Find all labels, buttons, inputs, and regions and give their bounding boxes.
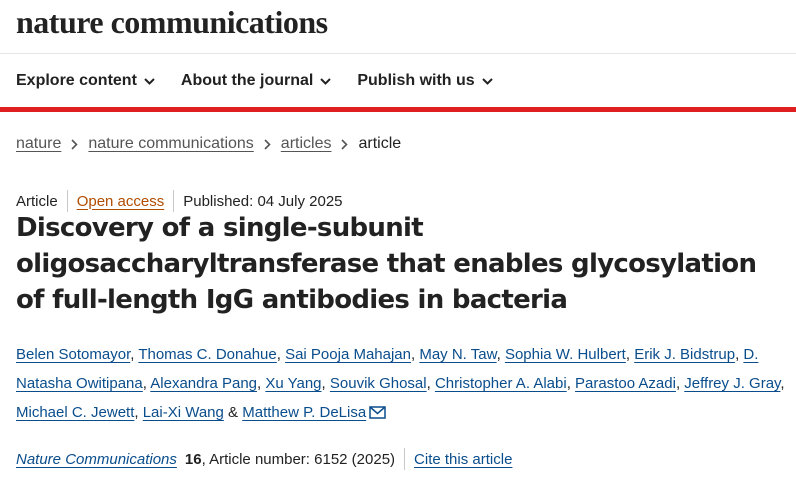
- nav-label: Publish with us: [357, 72, 475, 89]
- chevron-down-icon: [144, 77, 155, 85]
- chevron-right-icon: [264, 138, 271, 150]
- author-link[interactable]: Souvik Ghosal: [330, 375, 427, 392]
- cite-this-article-link[interactable]: Cite this article: [414, 451, 512, 468]
- breadcrumb-current: article: [358, 135, 402, 152]
- journal-link[interactable]: Nature Communications: [16, 451, 177, 468]
- author-link[interactable]: Michael C. Jewett: [16, 404, 134, 421]
- chevron-right-icon: [341, 138, 349, 150]
- article-type: Article: [16, 192, 58, 210]
- nav-accent-bar: [0, 107, 796, 112]
- citation-line: Nature Communications 16 , Article numbe…: [16, 448, 512, 470]
- mail-icon[interactable]: [369, 400, 386, 429]
- nav-about-the-journal[interactable]: About the journal: [180, 72, 332, 90]
- chevron-right-icon: [71, 138, 79, 150]
- published-date: Published: 04 July 2025: [183, 192, 343, 210]
- article-number: , Article number: 6152 (2025): [201, 450, 396, 468]
- author-link[interactable]: Parastoo Azadi: [575, 375, 676, 392]
- author-list: Belen Sotomayor, Thomas C. Donahue, Sai …: [16, 340, 788, 429]
- breadcrumb-nature-communications[interactable]: nature communications: [88, 135, 253, 153]
- author-link[interactable]: Thomas C. Donahue: [138, 346, 276, 363]
- nav-explore-content[interactable]: Explore content: [16, 72, 155, 90]
- article-title: Discovery of a single-subunit oligosacch…: [16, 213, 757, 315]
- author-link[interactable]: Jeffrey J. Gray: [684, 375, 780, 392]
- author-link[interactable]: Alexandra Pang: [150, 375, 257, 392]
- breadcrumb-articles[interactable]: articles: [281, 135, 332, 153]
- chevron-down-icon: [481, 77, 493, 85]
- main-nav: Explore content About the journal Publis…: [16, 72, 519, 90]
- author-link[interactable]: Matthew P. DeLisa: [242, 404, 366, 421]
- nav-label: Explore content: [16, 72, 137, 89]
- author-joiner: &: [228, 404, 239, 421]
- breadcrumb-nature[interactable]: nature: [16, 135, 61, 153]
- author-link[interactable]: Xu Yang: [265, 375, 321, 392]
- author-link[interactable]: Sophia W. Hulbert: [505, 346, 626, 363]
- meta-divider: [173, 190, 175, 212]
- journal-logo[interactable]: nature communications: [16, 4, 328, 41]
- author-link[interactable]: Belen Sotomayor: [16, 346, 130, 363]
- header-divider: [0, 53, 796, 54]
- volume-number: 16: [184, 450, 202, 468]
- nav-publish-with-us[interactable]: Publish with us: [357, 72, 493, 90]
- citation-divider: [404, 448, 406, 470]
- author-link[interactable]: May N. Taw: [419, 346, 496, 363]
- author-link[interactable]: Christopher A. Alabi: [435, 375, 567, 392]
- article-meta: Article Open access Published: 04 July 2…: [16, 190, 343, 212]
- author-link[interactable]: Lai-Xi Wang: [143, 404, 224, 421]
- chevron-down-icon: [320, 77, 332, 85]
- author-link[interactable]: Erik J. Bidstrup: [634, 346, 735, 363]
- author-link[interactable]: Sai Pooja Mahajan: [285, 346, 411, 363]
- open-access-link[interactable]: Open access: [77, 193, 165, 210]
- nav-label: About the journal: [180, 72, 314, 89]
- meta-divider: [66, 190, 68, 212]
- breadcrumb: nature nature communications articles ar…: [16, 135, 401, 153]
